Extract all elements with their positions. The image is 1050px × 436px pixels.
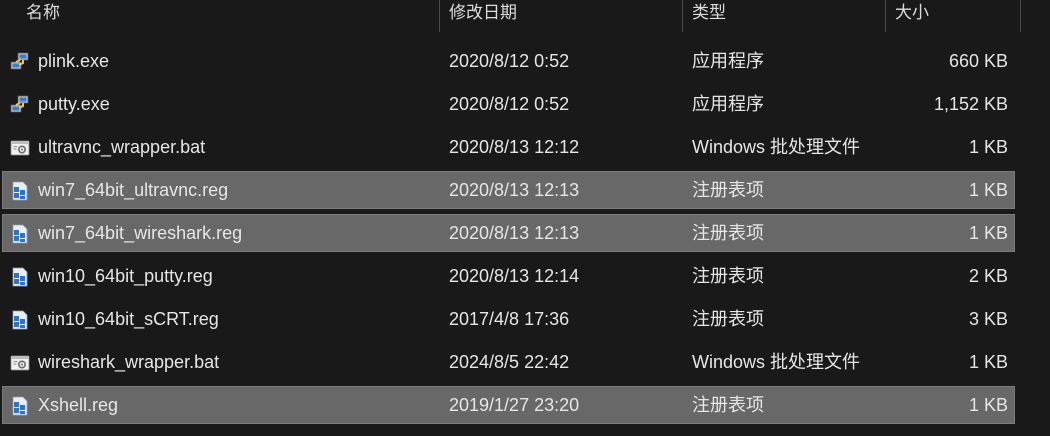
- file-row[interactable]: wireshark_wrapper.bat 2024/8/5 22:42 Win…: [3, 344, 1014, 380]
- column-divider[interactable]: [885, 0, 886, 32]
- batch-file-icon: [10, 353, 30, 373]
- file-modified-date: 2020/8/13 12:13: [449, 180, 580, 200]
- file-modified-date: 2020/8/13 12:14: [449, 266, 580, 286]
- column-header-bar: 名称 修改日期 类型 大小: [0, 0, 1022, 32]
- file-size: 1 KB: [968, 352, 1008, 372]
- file-row[interactable]: win7_64bit_ultravnc.reg 2020/8/13 12:13 …: [2, 171, 1015, 209]
- file-name: ultravnc_wrapper.bat: [38, 137, 206, 157]
- file-name: Xshell.reg: [38, 395, 119, 415]
- file-row[interactable]: Xshell.reg 2019/1/27 23:20 注册表项 1 KB: [2, 386, 1015, 424]
- file-row[interactable]: putty.exe 2020/8/12 0:52 应用程序 1,152 KB: [3, 86, 1014, 122]
- file-row[interactable]: win10_64bit_putty.reg 2020/8/13 12:14 注册…: [3, 258, 1014, 294]
- file-row[interactable]: ultravnc_wrapper.bat 2020/8/13 12:12 Win…: [3, 129, 1014, 165]
- file-type: 注册表项: [692, 223, 764, 243]
- column-header-date[interactable]: 修改日期: [449, 0, 681, 32]
- file-type: 注册表项: [692, 395, 764, 415]
- file-modified-date: 2020/8/13 12:13: [449, 223, 580, 243]
- file-modified-date: 2017/4/8 17:36: [449, 309, 570, 329]
- file-size: 1 KB: [968, 223, 1008, 243]
- file-type: 注册表项: [692, 180, 764, 200]
- registry-file-icon: [10, 181, 30, 201]
- registry-file-icon: [10, 267, 30, 287]
- file-name: win7_64bit_wireshark.reg: [38, 223, 243, 243]
- column-header-name[interactable]: 名称: [26, 0, 438, 32]
- file-size: 2 KB: [968, 266, 1008, 286]
- file-size: 3 KB: [968, 309, 1008, 329]
- putty-app-icon: [10, 95, 30, 115]
- file-type: Windows 批处理文件: [692, 352, 861, 372]
- file-name: win10_64bit_putty.reg: [38, 266, 213, 286]
- file-type: 应用程序: [692, 51, 764, 71]
- column-divider[interactable]: [439, 0, 440, 32]
- file-type: 应用程序: [692, 94, 764, 114]
- file-modified-date: 2020/8/13 12:12: [449, 137, 580, 157]
- file-name: wireshark_wrapper.bat: [38, 352, 220, 372]
- column-header-type[interactable]: 类型: [692, 0, 882, 32]
- putty-app-icon: [10, 52, 30, 72]
- file-type: Windows 批处理文件: [692, 137, 861, 157]
- file-type: 注册表项: [692, 309, 764, 329]
- batch-file-icon: [10, 138, 30, 158]
- registry-file-icon: [10, 224, 30, 244]
- file-row[interactable]: win7_64bit_wireshark.reg 2020/8/13 12:13…: [2, 214, 1015, 252]
- file-size: 660 KB: [948, 51, 1008, 71]
- file-size: 1,152 KB: [933, 94, 1008, 114]
- registry-file-icon: [10, 310, 30, 330]
- file-size: 1 KB: [968, 395, 1008, 415]
- file-modified-date: 2019/1/27 23:20: [449, 395, 580, 415]
- file-name: win7_64bit_ultravnc.reg: [38, 180, 229, 200]
- registry-file-icon: [10, 396, 30, 416]
- column-header-size[interactable]: 大小: [895, 0, 1015, 32]
- file-size: 1 KB: [968, 180, 1008, 200]
- file-row[interactable]: plink.exe 2020/8/12 0:52 应用程序 660 KB: [3, 43, 1014, 79]
- column-divider[interactable]: [682, 0, 683, 32]
- file-name: win10_64bit_sCRT.reg: [38, 309, 219, 329]
- file-size: 1 KB: [968, 137, 1008, 157]
- file-modified-date: 2020/8/12 0:52: [449, 51, 570, 71]
- file-row[interactable]: win10_64bit_sCRT.reg 2017/4/8 17:36 注册表项…: [3, 301, 1014, 337]
- file-type: 注册表项: [692, 266, 764, 286]
- file-modified-date: 2020/8/12 0:52: [449, 94, 570, 114]
- file-name: putty.exe: [38, 94, 110, 114]
- file-name: plink.exe: [38, 51, 110, 71]
- column-divider[interactable]: [1020, 0, 1021, 32]
- file-modified-date: 2024/8/5 22:42: [449, 352, 570, 372]
